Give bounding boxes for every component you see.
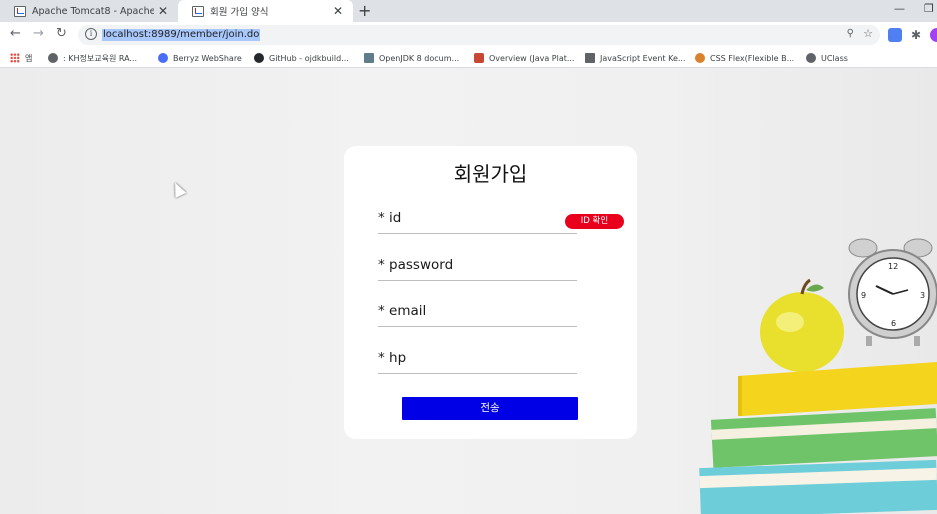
apple-icon	[760, 278, 844, 372]
bookmark-label: 앱	[25, 53, 33, 63]
search-icon[interactable]: ⚲	[847, 28, 854, 39]
berryz-icon	[158, 53, 168, 63]
github-icon	[254, 53, 264, 63]
svg-text:3: 3	[920, 291, 925, 300]
bookmark-label: GitHub - ojdkbuild...	[269, 53, 349, 63]
bookmark-java-overview[interactable]: Overview (Java Plat...	[474, 51, 574, 65]
bookmark-kh[interactable]: : KH정보교육원 RA...	[48, 51, 137, 65]
bookmark-label: OpenJDK 8 docum...	[379, 53, 460, 63]
tab-member-join[interactable]: 회원 가입 양식 ✕	[178, 0, 353, 22]
alarm-clock-icon: 12 3 6 9	[848, 238, 937, 346]
bookmark-uclass[interactable]: UClass	[806, 51, 848, 65]
join-form-card: 회원가입 * id ID 확인 * password * email * hp …	[344, 146, 637, 439]
reload-icon[interactable]: ↻	[56, 26, 67, 42]
globe-icon	[806, 53, 816, 63]
forward-arrow-icon[interactable]: →	[33, 26, 44, 42]
password-field-label: * password	[378, 257, 454, 273]
bookmark-github[interactable]: GitHub - ojdkbuild...	[254, 51, 349, 65]
bookmark-label: UClass	[821, 53, 848, 63]
password-field[interactable]: * password	[378, 257, 577, 281]
bookmark-label: CSS Flex(Flexible B...	[710, 53, 795, 63]
form-title: 회원가입	[453, 162, 528, 186]
profile-avatar-icon[interactable]	[930, 28, 937, 42]
bookmark-label: : KH정보교육원 RA...	[63, 53, 138, 63]
page-content: 12 3 6 9 회원가입 * id ID 확인 * password * em…	[0, 68, 937, 514]
doc-icon	[364, 53, 374, 63]
url-text[interactable]: localhost:8989/member/join.do	[102, 29, 261, 41]
bookmark-berryz[interactable]: Berryz WebShare	[158, 51, 242, 65]
bookmarks-bar: 앱 : KH정보교육원 RA... Berryz WebShare GitHub…	[0, 48, 937, 68]
globe-icon	[48, 53, 58, 63]
svg-text:9: 9	[861, 291, 866, 300]
new-tab-button[interactable]: +	[358, 1, 371, 21]
books-stack-icon	[699, 362, 937, 514]
bookmark-label: JavaScript Event Ke...	[600, 53, 686, 63]
email-field[interactable]: * email	[378, 303, 577, 327]
tab-apache-tomcat[interactable]: Apache Tomcat8 - Apache Tom ✕	[0, 0, 178, 22]
minimize-icon[interactable]: —	[894, 2, 905, 15]
bookmark-openjdk[interactable]: OpenJDK 8 docum...	[364, 51, 459, 65]
tab-strip: Apache Tomcat8 - Apache Tom ✕ 회원 가입 양식 ✕…	[0, 0, 937, 22]
keyboard-icon	[585, 53, 595, 63]
restore-icon[interactable]: ❐	[924, 2, 934, 15]
id-field-label: * id	[378, 210, 402, 226]
close-tab-icon[interactable]: ✕	[333, 4, 343, 18]
bookmark-js-event[interactable]: JavaScript Event Ke...	[585, 51, 686, 65]
submit-button[interactable]: 전송	[402, 397, 578, 420]
puzzle-extensions-icon[interactable]: ✱	[911, 27, 921, 43]
browser-toolbar: ← → ↻ i localhost:8989/member/join.do ⚲ …	[0, 22, 937, 48]
tab-title: 회원 가입 양식	[210, 7, 269, 18]
hp-field-label: * hp	[378, 350, 407, 366]
id-check-button[interactable]: ID 확인	[565, 214, 624, 229]
id-field[interactable]: * id	[378, 210, 577, 234]
page-favicon-icon	[192, 5, 204, 17]
bookmark-star-icon[interactable]: ☆	[863, 27, 873, 40]
mouse-cursor-icon	[169, 180, 187, 198]
bookmark-apps[interactable]: 앱	[10, 51, 32, 65]
back-arrow-icon[interactable]: ←	[10, 26, 21, 42]
hp-field[interactable]: * hp	[378, 350, 577, 374]
address-bar[interactable]: i localhost:8989/member/join.do ⚲ ☆	[78, 25, 880, 45]
page-favicon-icon	[14, 5, 26, 17]
email-field-label: * email	[378, 303, 427, 319]
close-tab-icon[interactable]: ✕	[158, 4, 168, 18]
svg-text:6: 6	[891, 319, 896, 328]
apps-icon	[10, 53, 20, 63]
oracle-icon	[474, 53, 484, 63]
bookmark-label: Berryz WebShare	[173, 53, 242, 63]
svg-text:12: 12	[888, 262, 898, 271]
extension-icon[interactable]	[888, 28, 902, 42]
site-info-icon[interactable]: i	[85, 28, 97, 40]
tab-title: Apache Tomcat8 - Apache Tom	[32, 5, 154, 17]
avatar-icon	[695, 53, 705, 63]
books-apple-clock-illustration: 12 3 6 9	[699, 238, 937, 514]
bookmark-css-flex[interactable]: CSS Flex(Flexible B...	[695, 51, 794, 65]
bookmark-label: Overview (Java Plat...	[489, 53, 575, 63]
